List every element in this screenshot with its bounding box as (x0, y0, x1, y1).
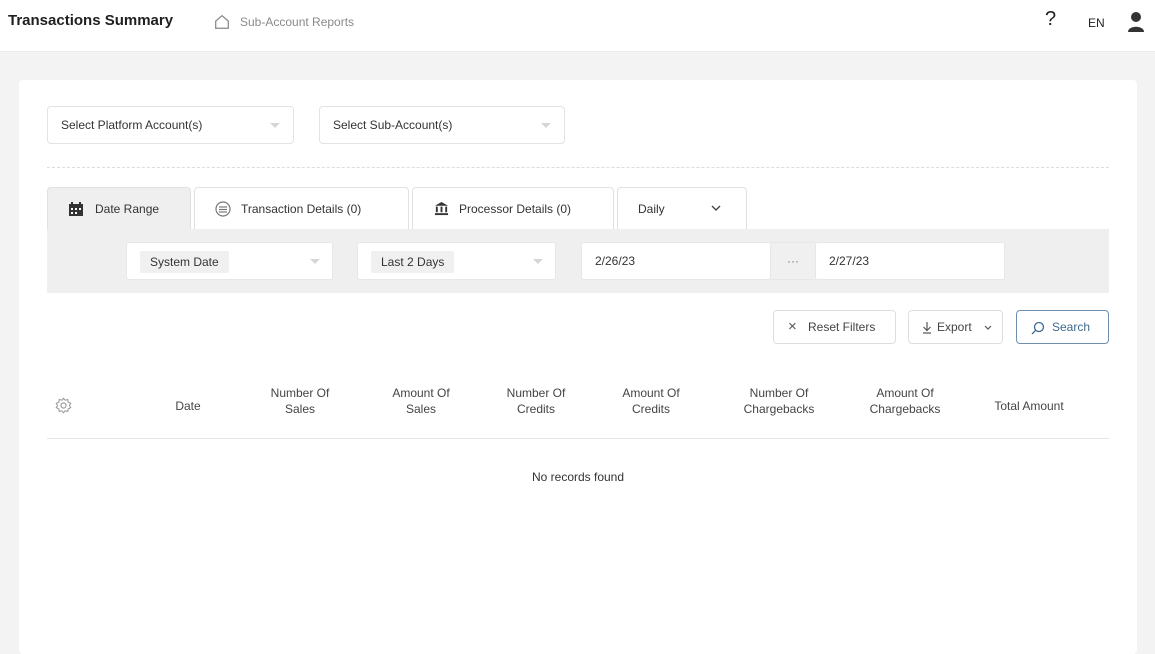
language-selector[interactable]: EN (1088, 16, 1105, 30)
empty-table-message: No records found (531, 470, 625, 484)
home-icon[interactable] (213, 13, 231, 31)
search-button[interactable]: Search (1016, 310, 1109, 344)
help-icon[interactable]: ? (1045, 8, 1056, 31)
tab-date-range-label: Date Range (95, 202, 160, 216)
tab-daily-label: Daily (638, 202, 665, 216)
export-label: Export (937, 320, 972, 334)
column-header-number-of-credits[interactable]: Number Of Credits (494, 385, 578, 417)
date-range-select[interactable]: Last 2 Days (357, 242, 556, 280)
platform-account-select[interactable]: Select Platform Account(s) (47, 106, 294, 144)
column-header-number-of-sales[interactable]: Number Of Sales (260, 385, 340, 417)
chevron-down-icon (533, 259, 543, 264)
chevron-down-icon (541, 123, 551, 128)
date-separator: ··· (771, 242, 815, 280)
date-type-value: System Date (140, 251, 229, 273)
top-bar: Transactions Summary Sub-Account Reports… (0, 0, 1155, 52)
search-icon (1031, 321, 1045, 335)
section-divider (47, 167, 1109, 168)
reset-filters-label: Reset Filters (808, 320, 876, 334)
chevron-down-icon (711, 205, 721, 211)
report-card: Select Platform Account(s) Select Sub-Ac… (19, 80, 1137, 654)
calendar-icon (69, 202, 83, 216)
platform-account-select-label: Select Platform Account(s) (61, 118, 203, 132)
settings-gear-icon[interactable] (55, 397, 72, 414)
column-header-total-amount[interactable]: Total Amount (979, 398, 1079, 414)
breadcrumb[interactable]: Sub-Account Reports (240, 15, 354, 29)
tab-processor-details-label: Processor Details (0) (459, 202, 572, 216)
tab-daily-dropdown[interactable]: Daily (617, 187, 747, 229)
date-range-value: Last 2 Days (371, 251, 455, 273)
column-header-date[interactable]: Date (164, 398, 212, 414)
tab-transaction-details[interactable]: Transaction Details (0) (194, 187, 409, 229)
chevron-down-icon (270, 123, 280, 128)
download-icon (923, 322, 931, 334)
sub-account-select-label: Select Sub-Account(s) (333, 118, 453, 132)
page-title: Transactions Summary (8, 12, 174, 29)
end-date-value: 2/27/23 (829, 254, 870, 268)
bank-icon (434, 201, 449, 216)
table-header-divider (47, 438, 1109, 439)
chevron-down-icon (984, 325, 992, 330)
search-label: Search (1052, 320, 1091, 334)
tab-date-range[interactable]: Date Range (47, 187, 191, 229)
end-date-input[interactable]: 2/27/23 (815, 242, 1005, 280)
start-date-input[interactable]: 2/26/23 (581, 242, 771, 280)
column-header-amount-of-sales[interactable]: Amount Of Sales (379, 385, 463, 417)
column-header-amount-of-chargebacks[interactable]: Amount Of Chargebacks (853, 385, 957, 417)
close-icon: × (788, 318, 797, 335)
start-date-value: 2/26/23 (595, 254, 636, 268)
chevron-down-icon (310, 259, 320, 264)
date-filter-panel: System Date Last 2 Days 2/26/23 ··· 2/27… (47, 229, 1109, 293)
tab-transaction-details-label: Transaction Details (0) (241, 202, 362, 216)
sub-account-select[interactable]: Select Sub-Account(s) (319, 106, 565, 144)
tab-processor-details[interactable]: Processor Details (0) (412, 187, 614, 229)
date-type-select[interactable]: System Date (126, 242, 333, 280)
reset-filters-button[interactable]: × Reset Filters (773, 310, 896, 344)
list-circle-icon (215, 201, 231, 217)
column-header-number-of-chargebacks[interactable]: Number Of Chargebacks (727, 385, 831, 417)
user-icon[interactable] (1127, 11, 1145, 33)
export-button[interactable]: Export (908, 310, 1003, 344)
column-header-amount-of-credits[interactable]: Amount Of Credits (609, 385, 693, 417)
